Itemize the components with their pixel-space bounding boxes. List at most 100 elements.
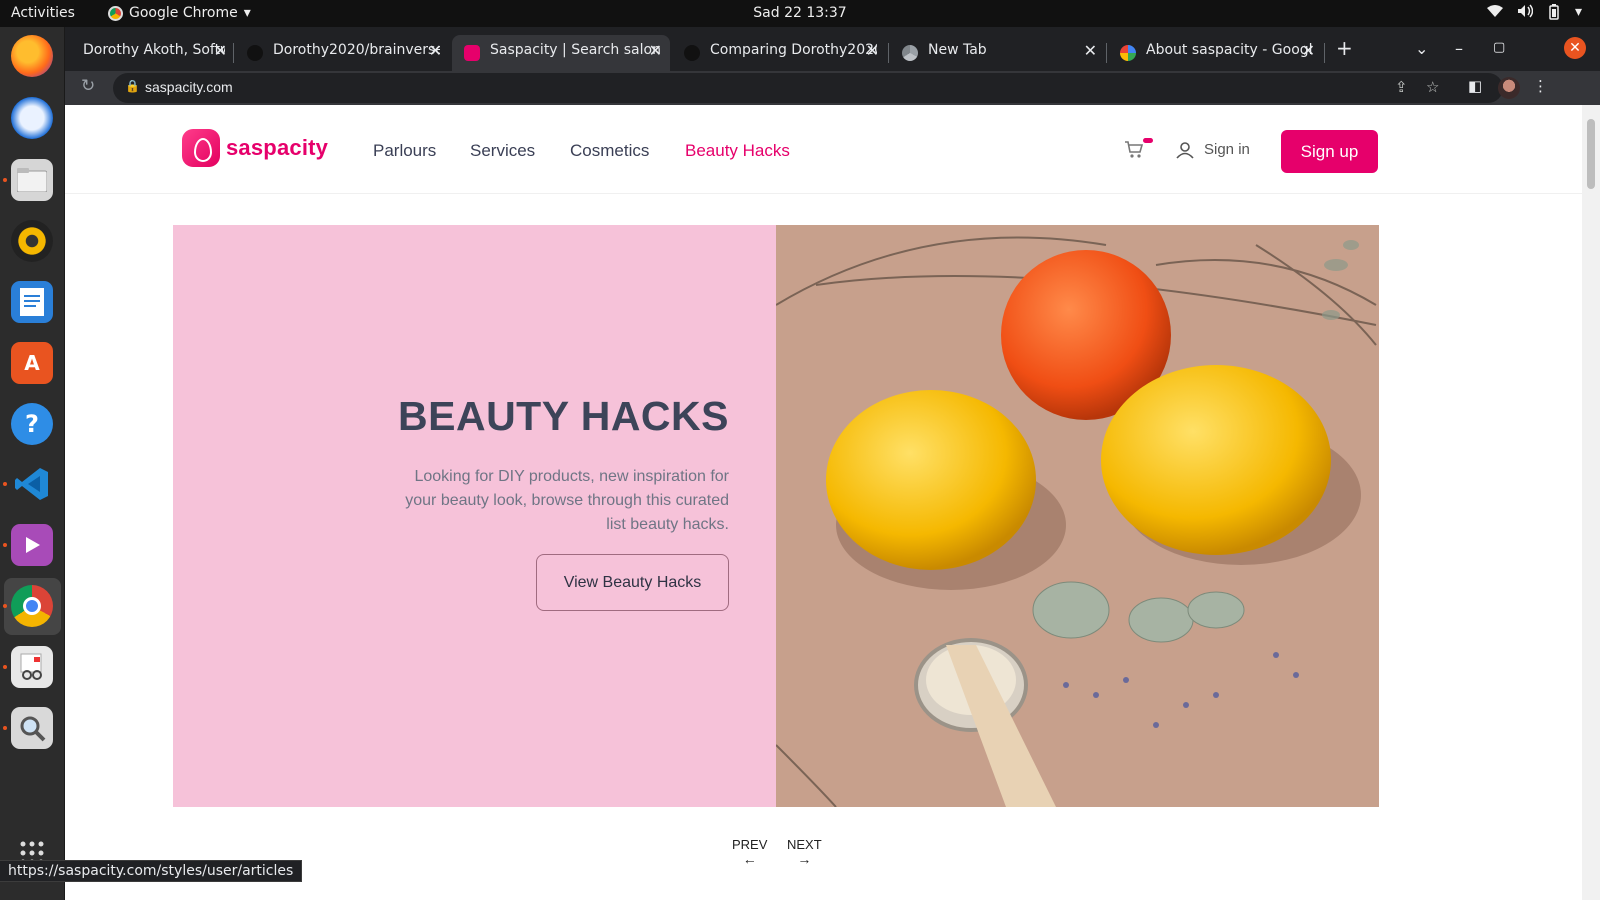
files-icon[interactable] <box>11 159 53 201</box>
page-viewport: saspacity Parlours Services Cosmetics Be… <box>65 105 1600 900</box>
saspacity-favicon <box>464 45 480 61</box>
search-icon[interactable] <box>11 707 53 749</box>
google-icon <box>1120 45 1136 61</box>
next-label: NEXT <box>787 837 822 852</box>
tab-separator <box>1324 43 1325 63</box>
tab-separator <box>1106 43 1107 63</box>
nav-cosmetics[interactable]: Cosmetics <box>570 141 649 161</box>
tab-strip: Dorothy Akoth, Software ✕ Dorothy2020/br… <box>65 27 1600 71</box>
wifi-icon <box>1486 4 1503 24</box>
tab-separator <box>888 43 889 63</box>
tab-about-saspacity[interactable]: About saspacity - Google ✕ <box>1108 35 1323 71</box>
github-icon <box>247 45 263 61</box>
thunderbird-icon[interactable] <box>11 97 53 139</box>
close-tab-icon[interactable]: ✕ <box>1302 41 1315 60</box>
new-tab-plus-icon[interactable]: + <box>1336 36 1353 60</box>
tab-title: Comparing Dorothy2020 <box>710 42 877 58</box>
next-button[interactable]: NEXT → <box>787 837 822 866</box>
cart-icon[interactable] <box>1124 141 1144 164</box>
close-tab-icon[interactable]: ✕ <box>214 41 227 60</box>
tab-title: Dorothy Akoth, Software <box>83 42 225 58</box>
software-center-icon[interactable]: A <box>11 342 53 384</box>
chrome-icon <box>108 5 123 21</box>
menu-kebab-icon[interactable]: ⋮ <box>1533 77 1548 95</box>
share-icon[interactable]: ⇪ <box>1395 78 1408 96</box>
page-scrollbar[interactable] <box>1582 105 1600 900</box>
close-tab-icon[interactable]: ✕ <box>649 41 662 60</box>
hero-text-panel: BEAUTY HACKS Looking for DIY products, n… <box>173 225 776 807</box>
tab-comparing[interactable]: Comparing Dorothy2020 ✕ <box>672 35 887 71</box>
profile-avatar[interactable] <box>1498 77 1520 99</box>
view-beauty-hacks-button[interactable]: View Beauty Hacks <box>536 554 729 611</box>
nav-services[interactable]: Services <box>470 141 535 161</box>
lock-icon: 🔒 <box>125 79 140 93</box>
site-header: saspacity Parlours Services Cosmetics Be… <box>65 105 1582 193</box>
running-indicator <box>3 604 7 608</box>
caret-down-icon: ▾ <box>1574 4 1582 20</box>
scrollbar-thumb[interactable] <box>1587 119 1595 189</box>
tab-title: Dorothy2020/brainverse <box>273 42 440 58</box>
github-icon <box>684 45 700 61</box>
sign-in-link[interactable]: Sign in <box>1176 141 1250 164</box>
minimize-icon[interactable]: – <box>1455 39 1463 58</box>
hero-image-lemons-orange <box>776 225 1379 807</box>
sign-in-label: Sign in <box>1204 141 1250 158</box>
chrome-icon <box>902 45 918 61</box>
app-menu-label: Google Chrome <box>129 5 238 21</box>
tab-title: About saspacity - Google <box>1146 42 1313 58</box>
running-indicator <box>3 178 7 182</box>
nav-beauty-hacks[interactable]: Beauty Hacks <box>685 141 790 161</box>
side-panel-icon[interactable]: ◧ <box>1468 77 1482 95</box>
tab-search-chevron-icon[interactable]: ⌄ <box>1415 39 1428 58</box>
tab-saspacity[interactable]: Saspacity | Search salons ✕ <box>452 35 670 71</box>
logo-text: saspacity <box>226 135 329 160</box>
prev-label: PREV <box>732 837 768 852</box>
close-tab-icon[interactable]: ✕ <box>1084 41 1097 60</box>
arrow-right-icon: → <box>797 851 812 867</box>
document-viewer-icon[interactable] <box>11 646 53 688</box>
tab-brainverse[interactable]: Dorothy2020/brainverse ✕ <box>235 35 450 71</box>
rhythmbox-icon[interactable] <box>11 220 53 262</box>
reload-icon[interactable]: ↻ <box>81 76 95 96</box>
user-icon <box>1176 141 1194 164</box>
tab-title: New Tab <box>928 42 987 58</box>
cart-badge <box>1143 138 1153 143</box>
close-window-icon[interactable]: ✕ <box>1564 37 1586 59</box>
browser-window: Dorothy Akoth, Software ✕ Dorothy2020/br… <box>65 27 1600 900</box>
writer-icon[interactable] <box>11 281 53 323</box>
running-indicator <box>3 665 7 669</box>
tab-title: Saspacity | Search salons <box>490 42 660 58</box>
tab-separator <box>233 43 234 63</box>
hero-title: BEAUTY HACKS <box>398 393 729 439</box>
nav-parlours[interactable]: Parlours <box>373 141 436 161</box>
vscode-icon[interactable] <box>11 463 53 505</box>
activities-button[interactable]: Activities <box>11 5 75 21</box>
browser-toolbar: ↻ 🔒 saspacity.com ⇪ ☆ ◧ ⋮ <box>65 71 1600 105</box>
saspacity-logo[interactable]: saspacity <box>182 129 328 167</box>
tab-dorothy-akoth[interactable]: Dorothy Akoth, Software ✕ <box>45 35 235 71</box>
sign-up-button[interactable]: Sign up <box>1281 130 1378 173</box>
hero-description: Looking for DIY products, new inspiratio… <box>405 468 729 533</box>
system-tray[interactable]: ▾ <box>1486 4 1582 24</box>
volume-icon <box>1517 4 1534 24</box>
logo-mark-icon <box>182 129 220 167</box>
app-menu[interactable]: Google Chrome ▾ <box>108 5 251 21</box>
help-icon[interactable]: ? <box>11 403 53 445</box>
battery-icon <box>1547 4 1561 24</box>
chrome-icon[interactable] <box>11 585 53 627</box>
prev-button[interactable]: PREV ← <box>732 837 767 866</box>
link-status-bubble: https://saspacity.com/styles/user/articl… <box>0 860 303 882</box>
system-top-bar: Activities Google Chrome ▾ Sad 22 13:37 … <box>0 0 1600 27</box>
running-indicator <box>3 726 7 730</box>
running-indicator <box>3 482 7 486</box>
bookmark-star-icon[interactable]: ☆ <box>1426 78 1439 96</box>
maximize-icon[interactable]: ▢ <box>1493 40 1505 55</box>
video-player-icon[interactable] <box>11 524 53 566</box>
close-tab-icon[interactable]: ✕ <box>429 41 442 60</box>
application-dock: A ? <box>0 27 65 900</box>
caret-down-icon: ▾ <box>243 5 251 21</box>
tab-new-tab[interactable]: New Tab ✕ <box>890 35 1105 71</box>
arrow-left-icon: ← <box>742 851 757 867</box>
address-bar[interactable]: 🔒 saspacity.com ⇪ ☆ <box>113 73 1503 103</box>
close-tab-icon[interactable]: ✕ <box>866 41 879 60</box>
